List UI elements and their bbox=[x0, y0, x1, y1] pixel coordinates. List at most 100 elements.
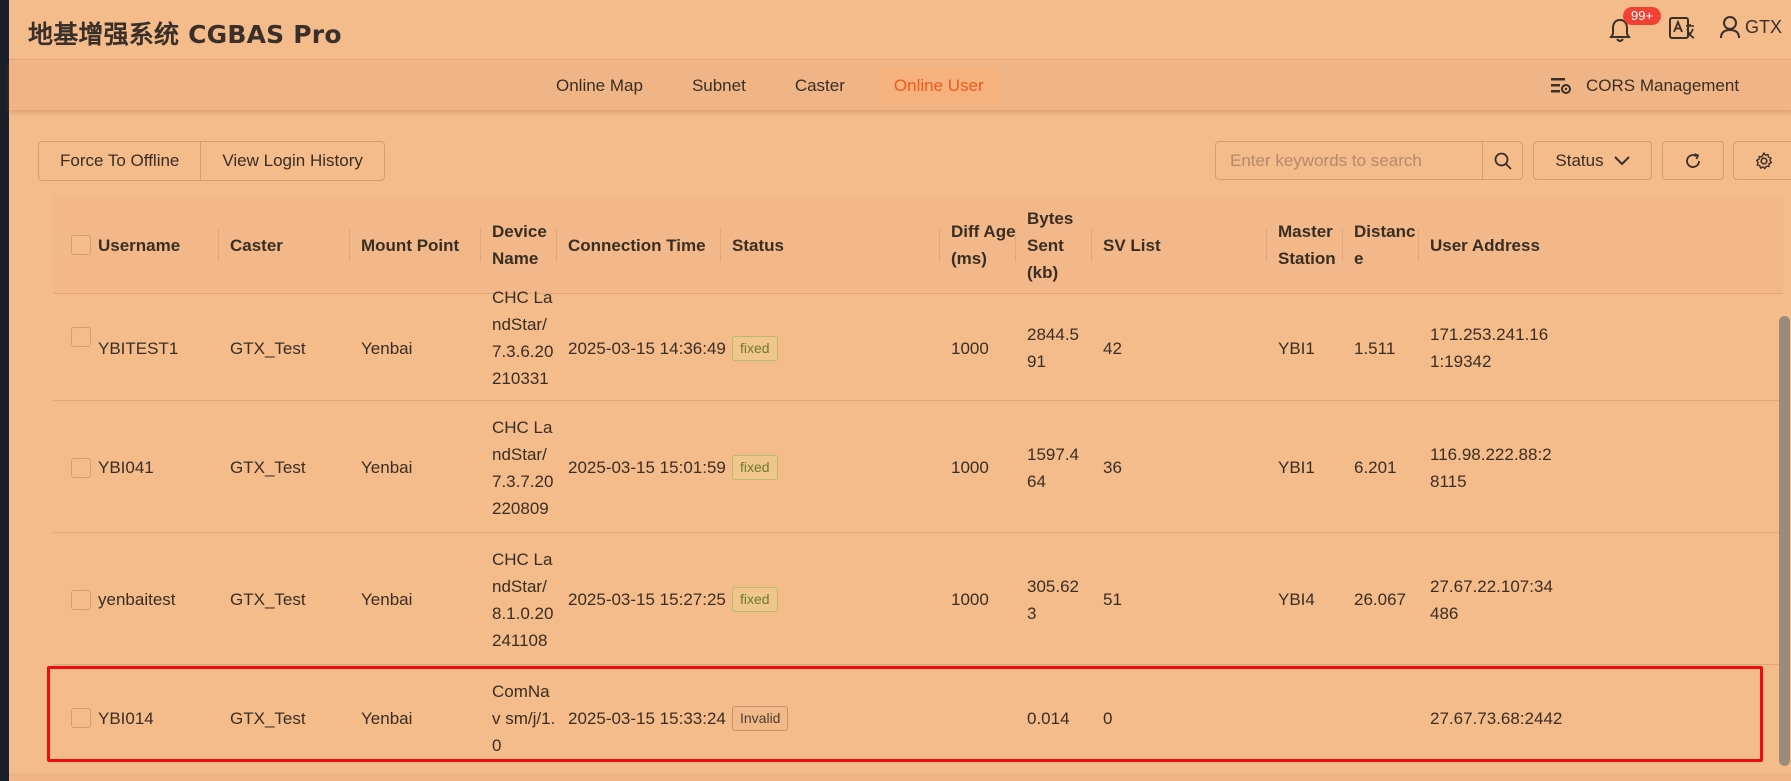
cell-username: YBITEST1 bbox=[98, 338, 179, 358]
col-device-name: Device Name bbox=[492, 222, 547, 268]
search-button[interactable] bbox=[1482, 142, 1522, 179]
cell-bytes-sent: 1597.464 bbox=[1027, 444, 1079, 491]
notifications-button[interactable]: 99+ bbox=[1602, 7, 1662, 50]
table-scrollbar[interactable] bbox=[1779, 316, 1790, 766]
cell-username: yenbaitest bbox=[98, 590, 176, 609]
table-row[interactable]: YBI041 GTX_Test Yenbai CHC LandStar/7.3.… bbox=[53, 402, 1783, 533]
cell-caster: GTX_Test bbox=[230, 458, 306, 477]
col-divider bbox=[1342, 229, 1343, 261]
top-bar: 地基增强系统 CGBAS Pro 99+ GTX bbox=[9, 0, 1791, 60]
table-row[interactable]: YBITEST1 GTX_Test Yenbai CHC LandStar/7.… bbox=[53, 288, 1783, 401]
cell-caster: GTX_Test bbox=[230, 590, 306, 609]
status-cell: fixed bbox=[732, 295, 778, 401]
chevron-down-icon bbox=[1613, 155, 1630, 165]
highlight-box bbox=[47, 666, 1763, 762]
select-all-checkbox[interactable] bbox=[71, 235, 91, 255]
search-icon bbox=[1494, 152, 1512, 170]
cell-mount-point: Yenbai bbox=[361, 590, 413, 609]
col-divider bbox=[1091, 229, 1092, 261]
col-divider bbox=[1418, 229, 1419, 261]
col-divider bbox=[480, 229, 481, 261]
table-row[interactable]: yenbaitest GTX_Test Yenbai CHC LandStar/… bbox=[53, 534, 1783, 665]
refresh-button[interactable] bbox=[1662, 141, 1724, 180]
col-divider bbox=[1015, 229, 1016, 261]
col-master-station: Master Station bbox=[1278, 222, 1336, 268]
cell-distance: 26.067 bbox=[1354, 590, 1406, 609]
cell-device-name: CHC LandStar/7.3.6.20210331 bbox=[492, 288, 554, 388]
cell-bytes-sent: 2844.591 bbox=[1027, 325, 1079, 371]
status-badge: fixed bbox=[732, 455, 778, 480]
cell-diff-age: 1000 bbox=[951, 458, 989, 477]
cell-distance: 1.511 bbox=[1354, 338, 1396, 358]
col-divider bbox=[939, 229, 940, 261]
cell-distance: 6.201 bbox=[1354, 458, 1397, 477]
col-divider bbox=[720, 229, 721, 261]
cors-management-link[interactable]: CORS Management bbox=[1550, 76, 1739, 96]
tab-caster[interactable]: Caster bbox=[779, 67, 861, 105]
cell-connection-time: 2025-03-15 15:27:25 bbox=[568, 590, 726, 609]
col-status: Status bbox=[732, 235, 784, 255]
search-input[interactable] bbox=[1216, 142, 1482, 179]
cell-device-name: CHC LandStar/8.1.0.20241108 bbox=[492, 549, 554, 650]
row-checkbox[interactable] bbox=[71, 458, 91, 478]
cell-sv-list: 36 bbox=[1103, 458, 1122, 477]
action-button-group: Force To Offline View Login History bbox=[38, 141, 385, 181]
col-distance: Distance bbox=[1354, 222, 1416, 268]
cell-username: YBI041 bbox=[98, 458, 154, 477]
col-divider bbox=[1266, 229, 1267, 261]
cell-user-address: 171.253.241.161:19342 bbox=[1430, 325, 1549, 371]
column-settings-button[interactable] bbox=[1733, 141, 1791, 180]
tab-online-user[interactable]: Online User bbox=[877, 67, 1000, 105]
gear-icon bbox=[1755, 151, 1773, 169]
status-cell: fixed bbox=[732, 402, 778, 533]
management-icon bbox=[1551, 78, 1571, 94]
user-name: GTX bbox=[1745, 16, 1783, 37]
cors-management-label: CORS Management bbox=[1586, 76, 1740, 95]
tab-online-map[interactable]: Online Map bbox=[540, 67, 659, 105]
status-dropdown[interactable]: Status bbox=[1533, 141, 1652, 180]
col-bytes-sent: Bytes Sent (kb) bbox=[1027, 208, 1074, 282]
col-user-address: User Address bbox=[1430, 235, 1540, 255]
cell-user-address: 116.98.222.88:28115 bbox=[1430, 444, 1552, 491]
col-divider bbox=[349, 229, 350, 261]
cell-mount-point: Yenbai bbox=[361, 338, 413, 358]
status-badge: fixed bbox=[732, 587, 778, 612]
translate-button[interactable] bbox=[1668, 16, 1696, 47]
status-dropdown-label: Status bbox=[1555, 150, 1604, 170]
col-diff-age: Diff Age (ms) bbox=[951, 222, 1016, 268]
user-menu[interactable]: GTX bbox=[1719, 15, 1782, 39]
force-offline-button[interactable]: Force To Offline bbox=[39, 142, 200, 180]
cell-diff-age: 1000 bbox=[951, 338, 989, 358]
translate-icon bbox=[1669, 17, 1695, 39]
view-login-history-button[interactable]: View Login History bbox=[200, 142, 383, 180]
status-badge: fixed bbox=[732, 335, 778, 361]
user-icon bbox=[1720, 16, 1740, 39]
col-sv-list: SV List bbox=[1103, 235, 1161, 255]
col-caster: Caster bbox=[230, 235, 283, 255]
row-checkbox[interactable] bbox=[71, 327, 91, 347]
cell-caster: GTX_Test bbox=[230, 338, 306, 358]
nav-bar: Online Map Subnet Caster Online User COR… bbox=[9, 61, 1791, 111]
cell-master-station: YBI1 bbox=[1278, 338, 1315, 358]
cell-master-station: YBI1 bbox=[1278, 458, 1315, 477]
cell-connection-time: 2025-03-15 15:01:59 bbox=[568, 458, 726, 477]
app-window: 地基增强系统 CGBAS Pro 99+ GTX Online Map Subn… bbox=[9, 0, 1791, 781]
bottom-strip bbox=[9, 773, 1791, 781]
table-header: Username Caster Mount Point Device Name … bbox=[53, 196, 1783, 294]
col-divider bbox=[218, 229, 219, 261]
col-divider bbox=[556, 229, 557, 261]
search-box bbox=[1215, 141, 1523, 180]
cell-user-address: 27.67.22.107:34486 bbox=[1430, 576, 1553, 623]
refresh-icon bbox=[1686, 152, 1700, 168]
cell-master-station: YBI4 bbox=[1278, 590, 1315, 609]
notification-badge: 99+ bbox=[1623, 7, 1662, 25]
status-cell: fixed bbox=[732, 534, 778, 665]
nav-tabs: Online Map Subnet Caster Online User bbox=[540, 67, 1017, 105]
tab-subnet[interactable]: Subnet bbox=[676, 67, 762, 105]
cell-bytes-sent: 305.623 bbox=[1027, 576, 1079, 623]
cell-connection-time: 2025-03-15 14:36:49 bbox=[568, 338, 726, 358]
cell-diff-age: 1000 bbox=[951, 590, 989, 609]
col-mount-point: Mount Point bbox=[361, 235, 460, 255]
cell-sv-list: 51 bbox=[1103, 590, 1122, 609]
row-checkbox[interactable] bbox=[71, 590, 91, 610]
